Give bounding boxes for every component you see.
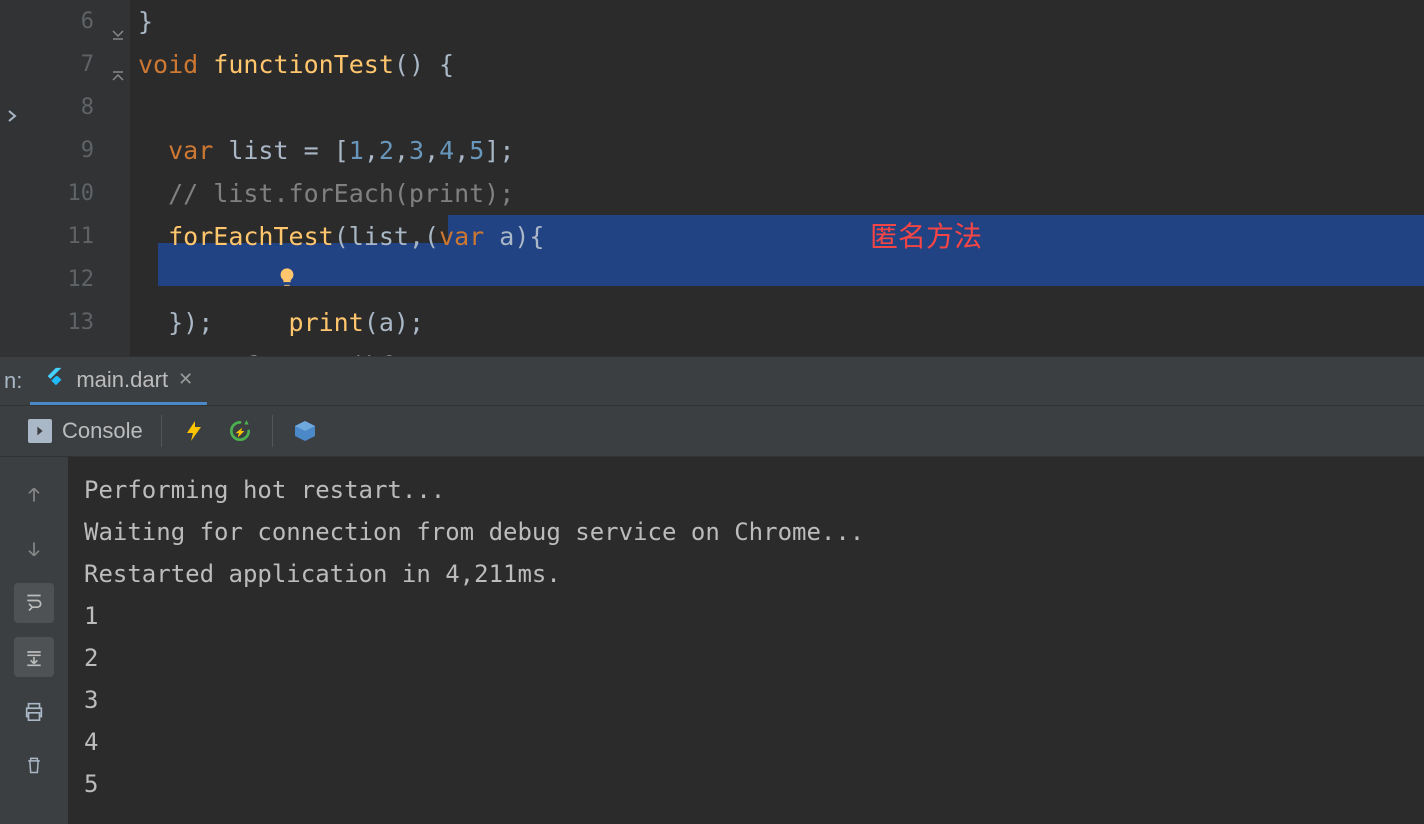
number-token: 1 bbox=[349, 136, 364, 165]
run-config-tab[interactable]: main.dart ✕ bbox=[30, 357, 207, 405]
run-tab-row: n: main.dart ✕ bbox=[0, 357, 1424, 405]
line-number-text: 8 bbox=[81, 95, 94, 120]
line-number-text: 7 bbox=[81, 52, 94, 77]
line-number-gutter: 6 7 8 9 10 11 12 13 bbox=[28, 0, 130, 356]
code-line[interactable]: var list = [1,2,3,4,5]; bbox=[130, 129, 1424, 172]
line-number-text: 11 bbox=[68, 224, 95, 249]
console-line: 4 bbox=[84, 728, 98, 756]
identifier-token: list bbox=[228, 136, 288, 165]
console-line: 1 bbox=[84, 602, 98, 630]
line-number[interactable]: 11 bbox=[28, 215, 130, 258]
hot-reload-button[interactable] bbox=[180, 417, 208, 445]
console-line: Restarted application in 4,211ms. bbox=[84, 560, 561, 588]
line-number[interactable]: 13 bbox=[28, 301, 130, 344]
print-button[interactable] bbox=[14, 691, 54, 731]
console-output[interactable]: Performing hot restart... Waiting for co… bbox=[68, 457, 1424, 824]
toolbar-separator bbox=[161, 415, 162, 447]
line-number-text: 6 bbox=[81, 9, 94, 34]
line-number[interactable]: 10 bbox=[28, 172, 130, 215]
code-line-partial: // var func = (){ bbox=[130, 344, 1424, 356]
editor-area: 6 7 8 9 10 11 12 13 } void functionTest(… bbox=[0, 0, 1424, 356]
scroll-down-button[interactable] bbox=[14, 529, 54, 569]
code-token: }); bbox=[168, 308, 213, 337]
annotation-label: 匿名方法 bbox=[870, 215, 982, 258]
number-token: 2 bbox=[379, 136, 394, 165]
code-token: ]; bbox=[484, 136, 514, 165]
console-line: Performing hot restart... bbox=[84, 476, 445, 504]
console-body: Performing hot restart... Waiting for co… bbox=[0, 457, 1424, 824]
code-line[interactable] bbox=[130, 86, 1424, 129]
code-token: () { bbox=[394, 50, 454, 79]
console-line: 2 bbox=[84, 644, 98, 672]
line-number[interactable]: 6 bbox=[28, 0, 130, 43]
keyword-token: var bbox=[168, 136, 213, 165]
code-line[interactable]: // list.forEach(print); bbox=[130, 172, 1424, 215]
code-token: = [ bbox=[289, 136, 349, 165]
code-line[interactable]: forEachTest(list,(var a){ 匿名方法 bbox=[130, 215, 1424, 258]
code-editor[interactable]: } void functionTest() { var list = [1,2,… bbox=[130, 0, 1424, 356]
scroll-to-end-button[interactable] bbox=[14, 637, 54, 677]
console-line: 5 bbox=[84, 770, 98, 798]
code-line[interactable]: } bbox=[130, 0, 1424, 43]
keyword-token: var bbox=[439, 222, 484, 251]
line-number[interactable]: 12 bbox=[28, 258, 130, 301]
code-line[interactable]: }); bbox=[130, 301, 1424, 344]
flutter-logo-icon bbox=[44, 366, 66, 394]
line-number-text: 9 bbox=[81, 138, 94, 163]
close-icon[interactable]: ✕ bbox=[178, 369, 193, 390]
console-line: 3 bbox=[84, 686, 98, 714]
console-chevron-icon bbox=[28, 419, 52, 443]
console-tab-button[interactable]: Console bbox=[28, 418, 143, 444]
console-side-toolbar bbox=[0, 457, 68, 824]
left-gutter-strip bbox=[0, 0, 28, 356]
fold-end-icon[interactable] bbox=[110, 14, 126, 30]
console-line: Waiting for connection from debug servic… bbox=[84, 518, 864, 546]
number-token: 3 bbox=[409, 136, 424, 165]
number-token: 5 bbox=[469, 136, 484, 165]
number-token: 4 bbox=[439, 136, 454, 165]
devtools-button[interactable] bbox=[291, 417, 319, 445]
scroll-up-button[interactable] bbox=[14, 475, 54, 515]
comment-token: // list.forEach(print); bbox=[168, 179, 514, 208]
line-number-text: 13 bbox=[68, 310, 95, 335]
code-line[interactable]: print(a); bbox=[130, 258, 1424, 301]
clear-button[interactable] bbox=[14, 745, 54, 785]
code-line[interactable]: void functionTest() { bbox=[130, 43, 1424, 86]
run-config-label: main.dart bbox=[76, 367, 168, 393]
run-toolbar: Console bbox=[0, 405, 1424, 457]
console-tab-label: Console bbox=[62, 418, 143, 444]
code-token: (list, bbox=[334, 222, 424, 251]
line-number[interactable]: 9 bbox=[28, 129, 130, 172]
run-panel: n: main.dart ✕ Console bbox=[0, 356, 1424, 824]
run-prefix-label: n: bbox=[0, 368, 30, 394]
line-number-text: 12 bbox=[68, 267, 95, 292]
structure-chevron-icon[interactable] bbox=[4, 108, 20, 129]
line-number-text: 10 bbox=[68, 181, 95, 206]
keyword-token: void bbox=[138, 50, 198, 79]
function-token: functionTest bbox=[213, 50, 394, 79]
toolbar-separator bbox=[272, 415, 273, 447]
line-number[interactable]: 8 bbox=[28, 86, 130, 129]
hot-restart-button[interactable] bbox=[226, 417, 254, 445]
code-token: a){ bbox=[484, 222, 544, 251]
code-token: } bbox=[138, 7, 153, 36]
soft-wrap-button[interactable] bbox=[14, 583, 54, 623]
code-token: ( bbox=[424, 222, 439, 251]
line-number[interactable]: 7 bbox=[28, 43, 130, 86]
fold-start-icon[interactable] bbox=[110, 57, 126, 73]
